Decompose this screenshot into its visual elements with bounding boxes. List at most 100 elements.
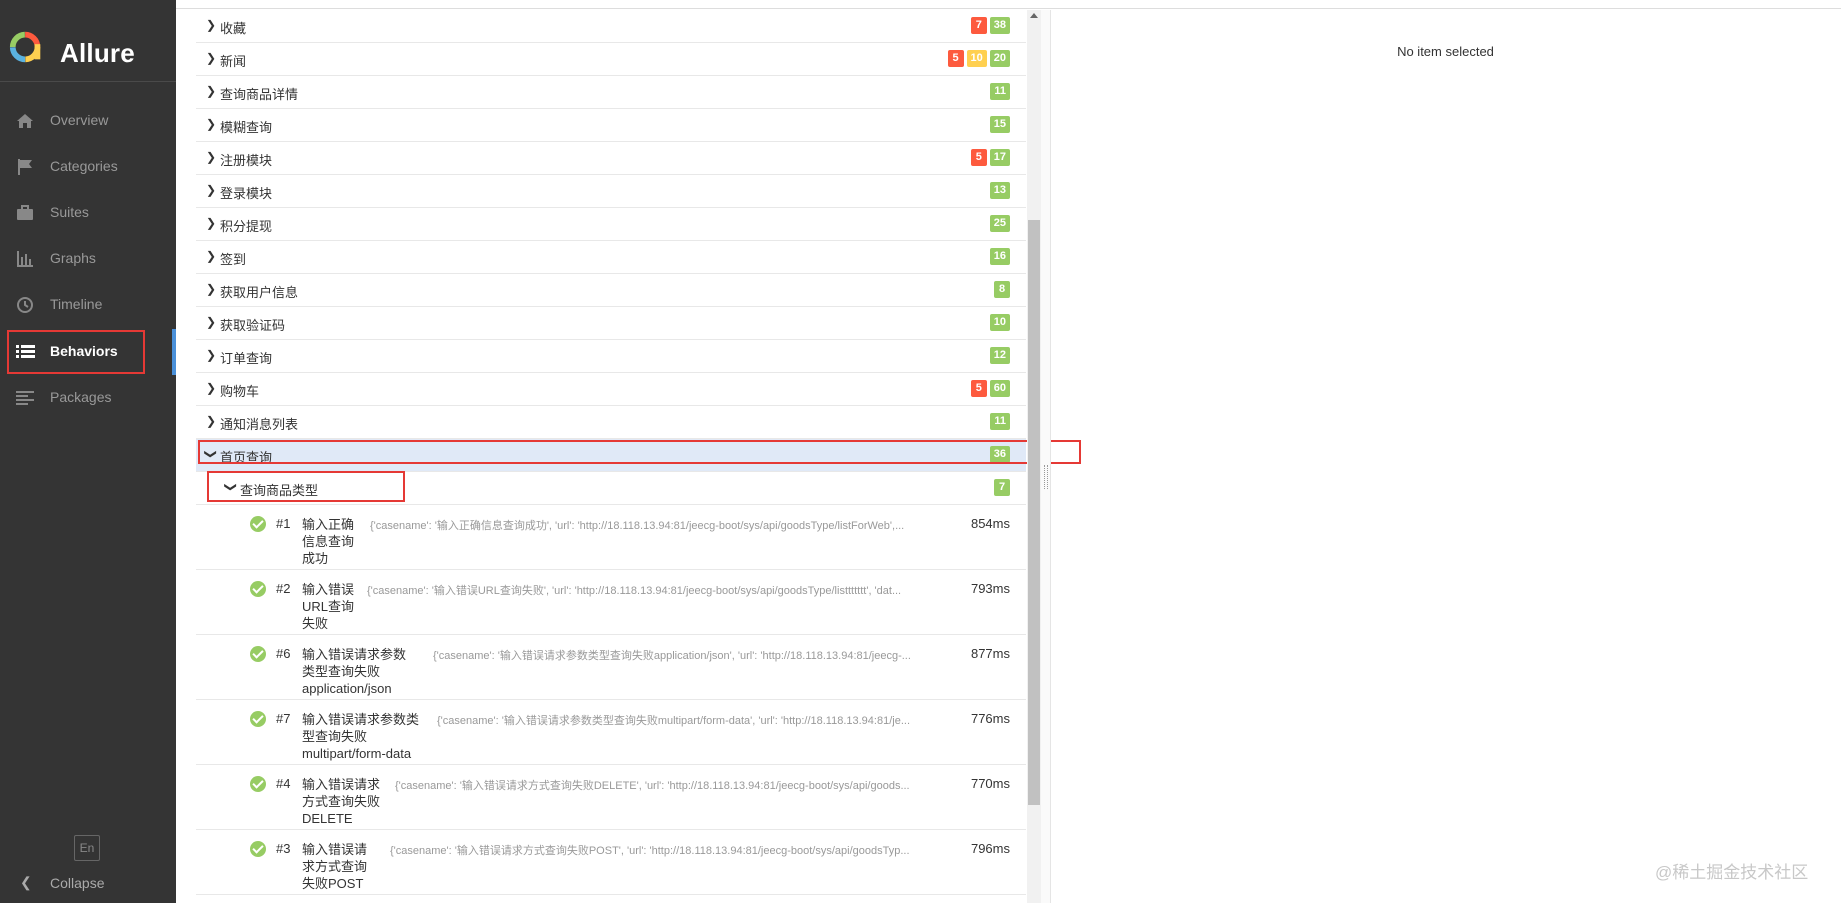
test-title: 输入错误请 求方式查询 失败POST [302, 841, 367, 892]
group-name: 登录模块 [220, 186, 273, 201]
tree-group-row[interactable]: ❯ 签到 16 [196, 241, 1026, 274]
test-parameters: {'casename': '输入错误URL查询失败', 'url': 'http… [367, 585, 902, 597]
passed-check-icon [250, 516, 266, 532]
pane-divider [1050, 10, 1051, 903]
group-name: 模糊查询 [220, 120, 273, 135]
test-case-row[interactable]: #1 输入正确 信息查询 成功 {'casename': '输入正确信息查询成功',… [196, 505, 1026, 570]
collapse-button[interactable]: ❮ Collapse [0, 872, 176, 898]
passed-badge: 12 [989, 347, 1010, 364]
group-name: 通知消息列表 [220, 417, 299, 432]
test-case-row[interactable]: #4 输入错误请求 方式查询失败 DELETE {'casename': '输入错误… [196, 765, 1026, 830]
sidebar-item-timeline[interactable]: Timeline [0, 282, 176, 328]
tree-group-row[interactable]: ❯ 新闻 5 10 20 [196, 43, 1026, 76]
app-name: Allure [60, 38, 135, 68]
bar-chart-icon [17, 251, 33, 267]
test-title: 输入错误请求 方式查询失败 DELETE [302, 776, 380, 827]
chevron-right-icon: ❯ [206, 18, 217, 32]
group-name: 签到 [220, 252, 247, 267]
group-name: 注册模块 [220, 153, 273, 168]
sidebar-item-overview[interactable]: Overview [0, 98, 176, 144]
language-button[interactable]: En [74, 835, 100, 861]
splitter-grip-icon [1044, 465, 1048, 489]
passed-badge: 15 [989, 116, 1010, 133]
annotation-highlight-expanded-group [198, 440, 1081, 464]
passed-badge: 13 [989, 182, 1010, 199]
test-duration: 877ms [970, 646, 1010, 661]
tree-group-row[interactable]: ❯ 通知消息列表 11 [196, 406, 1026, 439]
test-duration: 770ms [970, 776, 1010, 791]
passed-badge: 16 [989, 248, 1010, 265]
passed-badge: 11 [990, 413, 1010, 430]
test-parameters: {'casename': '输入错误请求方式查询失败DELETE', 'url'… [395, 780, 910, 792]
test-title: 输入正确 信息查询 成功 [302, 516, 354, 567]
tree-group-row[interactable]: ❯ 获取用户信息 8 [196, 274, 1026, 307]
test-case-row[interactable]: #7 输入错误请求参数类 型查询失败 multipart/form-data {'c… [196, 700, 1026, 765]
test-title-line: 方式查询失败 [302, 794, 381, 809]
tree-group-row[interactable]: ❯ 购物车 5 60 [196, 373, 1026, 406]
test-case-row[interactable]: #6 输入错误请求参数 类型查询失败 application/json {'case… [196, 635, 1026, 700]
test-title-line: 失败 [302, 616, 329, 631]
sidebar-item-categories[interactable]: Categories [0, 144, 176, 190]
annotation-highlight-behaviors [7, 330, 145, 374]
test-number: #6 [276, 646, 291, 661]
test-case-row[interactable]: #2 输入错误 URL查询 失败 {'casename': '输入错误URL查询失败… [196, 570, 1026, 635]
scroll-up-arrow-icon[interactable] [1030, 13, 1038, 18]
passed-badge: 7 [994, 479, 1010, 496]
test-title-line: 求方式查询 [302, 859, 368, 874]
test-title-line: 输入错误请求参数 [302, 647, 407, 662]
scrollbar-thumb[interactable] [1028, 220, 1040, 805]
brand[interactable]: Allure [0, 8, 176, 82]
passed-check-icon [250, 776, 266, 792]
test-parameters: {'casename': '输入错误请求方式查询失败POST', 'url': … [390, 845, 910, 857]
group-name: 获取验证码 [220, 318, 286, 333]
status-badges: 10 [989, 314, 1010, 331]
no-item-selected-text: No item selected [1397, 44, 1494, 59]
failed-badge: 5 [947, 50, 964, 67]
tree-group-row[interactable]: ❯ 订单查询 12 [196, 340, 1026, 373]
test-duration: 796ms [970, 841, 1010, 856]
status-badges: 7 [994, 479, 1010, 496]
tree-group-row[interactable]: ❯ 模糊查询 15 [196, 109, 1026, 142]
test-title-line: 类型查询失败 [302, 664, 381, 679]
passed-badge: 25 [989, 215, 1010, 232]
status-badges: 11 [990, 413, 1010, 430]
sidebar-item-packages[interactable]: Packages [0, 375, 176, 421]
test-title-line: application/json [302, 681, 392, 696]
test-duration: 854ms [970, 516, 1010, 531]
status-badges: 5 17 [970, 149, 1010, 166]
status-badges: 15 [989, 116, 1010, 133]
test-title-line: 输入错误请求 [302, 777, 381, 792]
tree-group-row[interactable]: ❯ 注册模块 5 17 [196, 142, 1026, 175]
status-badges: 25 [989, 215, 1010, 232]
tree-group-row[interactable]: ❯ 收藏 7 38 [196, 10, 1026, 43]
failed-badge: 5 [970, 149, 987, 166]
failed-badge: 5 [970, 380, 987, 397]
test-title-line: multipart/form-data [302, 746, 412, 761]
test-case-row[interactable]: #3 输入错误请 求方式查询 失败POST {'casename': '输入错误请求… [196, 830, 1026, 895]
allure-logo-icon [9, 31, 41, 63]
test-duration: 776ms [970, 711, 1010, 726]
tree-group-row[interactable]: ❯ 获取验证码 10 [196, 307, 1026, 340]
chevron-right-icon: ❯ [206, 51, 217, 65]
tree-group-row[interactable]: ❯ 查询商品详情 11 [196, 76, 1026, 109]
sidebar: Allure Overview Categories Suites Graphs… [0, 0, 176, 903]
sidebar-item-label: Suites [50, 204, 89, 220]
group-name: 查询商品详情 [220, 87, 299, 102]
chevron-right-icon: ❯ [206, 348, 217, 362]
test-number: #7 [276, 711, 291, 726]
status-badges: 8 [994, 281, 1010, 298]
group-name: 购物车 [220, 384, 260, 399]
test-number: #1 [276, 516, 291, 531]
sidebar-item-graphs[interactable]: Graphs [0, 236, 176, 282]
tree-group-row[interactable]: ❯ 登录模块 13 [196, 175, 1026, 208]
home-icon [17, 114, 33, 128]
sidebar-item-label: Categories [50, 158, 118, 174]
test-title-line: 信息查询 [302, 534, 355, 549]
passed-badge: 10 [989, 314, 1010, 331]
sidebar-item-suites[interactable]: Suites [0, 190, 176, 236]
tree-group-row[interactable]: ❯ 积分提现 25 [196, 208, 1026, 241]
passed-badge: 20 [989, 50, 1010, 67]
status-badges: 5 60 [970, 380, 1010, 397]
test-number: #3 [276, 841, 291, 856]
annotation-highlight-subgroup [207, 471, 405, 502]
